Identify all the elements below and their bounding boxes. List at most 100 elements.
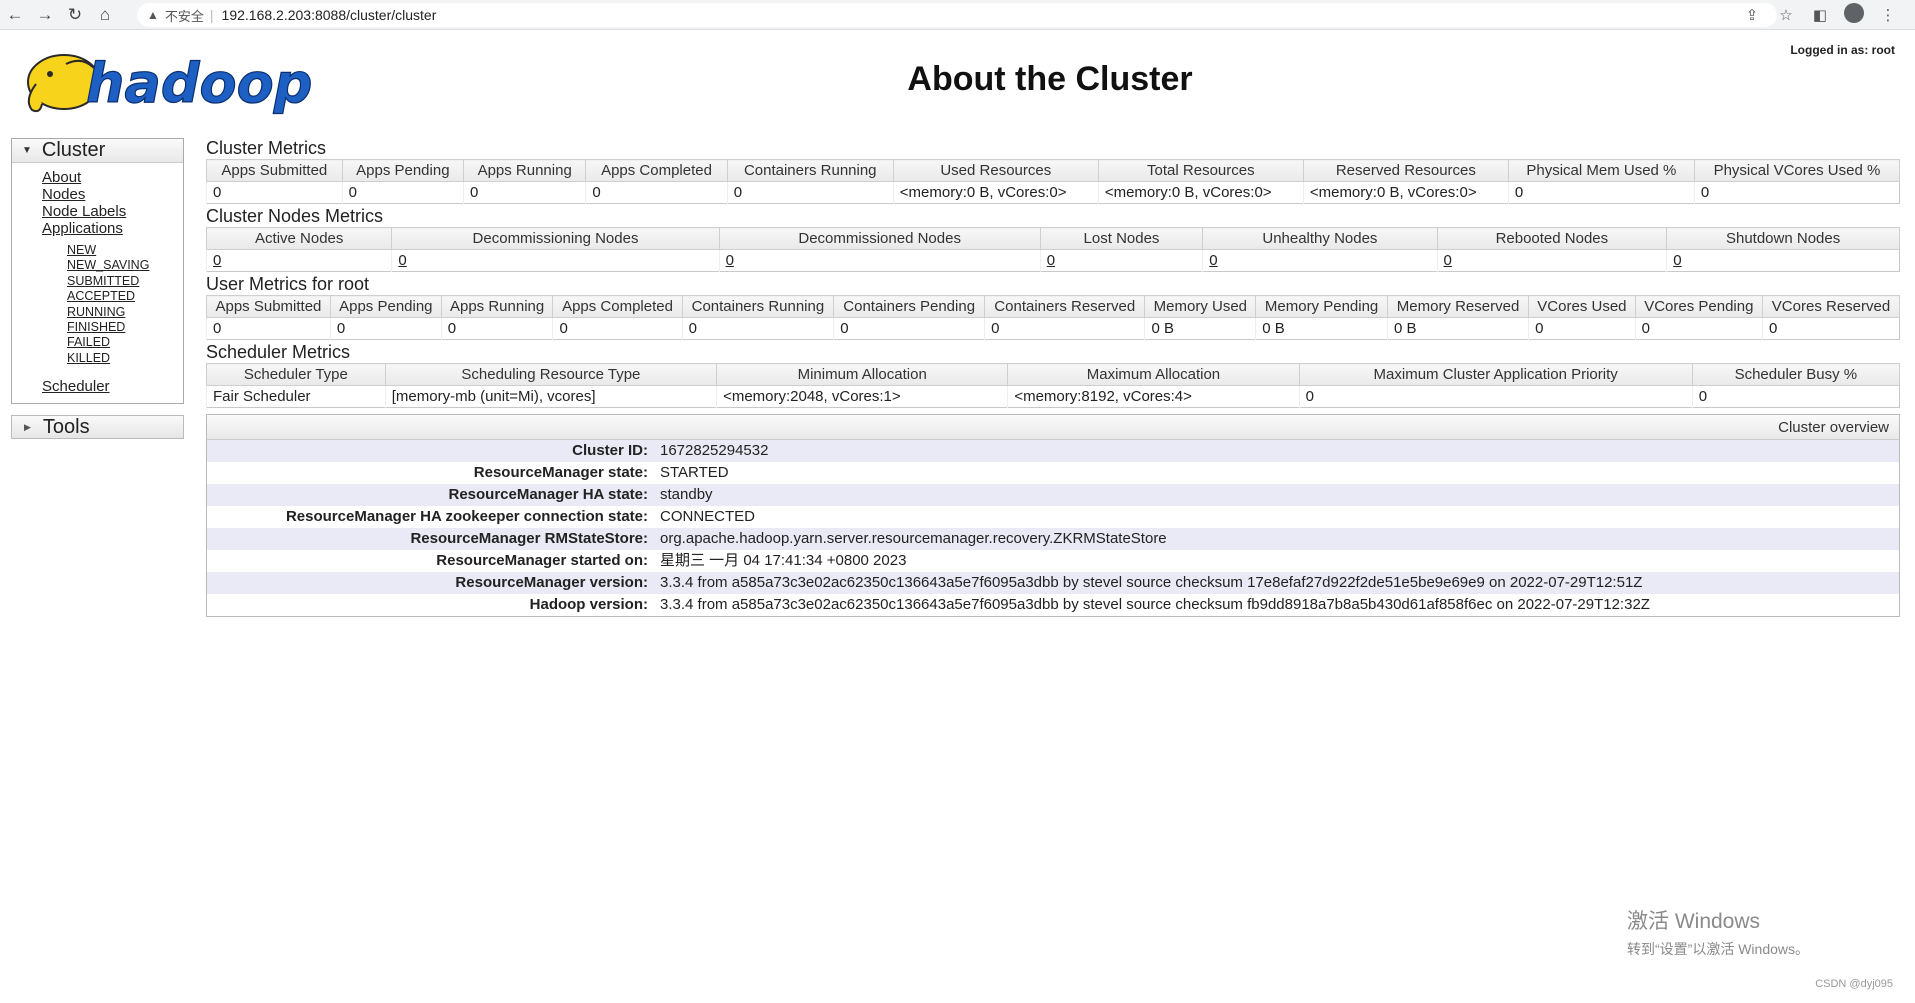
sidebar-link-about[interactable]: About — [42, 169, 183, 186]
table-cell: 0 — [718, 249, 1041, 272]
sidepanel-icon[interactable]: ◧ — [1803, 6, 1837, 24]
cluster-panel-header[interactable]: ▼ Cluster — [12, 139, 183, 163]
sidebar-link-app-new[interactable]: NEW — [67, 243, 183, 258]
column-header[interactable]: Shutdown Nodes — [1666, 227, 1900, 250]
table-cell: 0 — [1528, 317, 1636, 340]
column-header[interactable]: Total Resources — [1097, 159, 1304, 182]
overview-value: 3.3.4 from a585a73c3e02ac62350c136643a5e… — [660, 596, 1650, 613]
column-header[interactable]: Containers Reserved — [984, 295, 1146, 318]
table-row: 0 0 0 0 0 0 0 0 B 0 B 0 B 0 0 0 — [206, 317, 1900, 340]
table-header-row: Active Nodes Decommissioning Nodes Decom… — [205, 227, 1900, 250]
column-header[interactable]: VCores Reserved — [1762, 295, 1900, 318]
table-cell: 0 — [984, 317, 1145, 340]
column-header[interactable]: Containers Running — [726, 159, 894, 182]
profile-icon[interactable] — [1837, 3, 1871, 27]
sidebar-link-app-killed[interactable]: KILLED — [67, 351, 183, 366]
expand-triangle-icon: ▶ — [24, 421, 31, 432]
overview-value: STARTED — [660, 464, 729, 481]
table-cell: 0 — [1202, 249, 1438, 272]
sidebar-link-scheduler[interactable]: Scheduler — [42, 378, 183, 395]
sidebar-link-app-failed[interactable]: FAILED — [67, 335, 183, 350]
column-header[interactable]: Apps Pending — [341, 159, 465, 182]
star-icon[interactable]: ☆ — [1769, 6, 1803, 24]
table-cell: <memory:2048, vCores:1> — [716, 385, 1008, 408]
table-cell: 0 — [726, 181, 894, 204]
column-header[interactable]: Containers Pending — [833, 295, 986, 318]
tools-panel-header[interactable]: ▶ Tools — [11, 415, 184, 440]
scheduler-metrics-title: Scheduler Metrics — [206, 342, 351, 362]
column-header[interactable]: Physical VCores Used % — [1693, 159, 1901, 182]
forward-arrow-icon[interactable]: → — [30, 0, 60, 30]
table-header-row: Scheduler Type Scheduling Resource Type … — [206, 363, 1901, 386]
sidebar-link-app-accepted[interactable]: ACCEPTED — [67, 289, 183, 304]
sidebar-link-nodes[interactable]: Nodes — [42, 186, 183, 203]
overview-label: ResourceManager state: — [473, 464, 648, 481]
sidebar-link-app-submitted[interactable]: SUBMITTED — [67, 274, 183, 289]
column-header[interactable]: Used Resources — [892, 159, 1099, 182]
address-separator: | — [209, 7, 214, 23]
column-header[interactable]: Apps Pending — [329, 295, 442, 318]
column-header[interactable]: Scheduler Type — [206, 363, 386, 386]
column-header[interactable]: Minimum Allocation — [716, 363, 1009, 386]
column-header[interactable]: Memory Pending — [1255, 295, 1388, 318]
shutdown-nodes-link[interactable]: 0 — [1673, 252, 1681, 269]
column-header[interactable]: Memory Used — [1144, 295, 1257, 318]
watermark-line1: 激活 Windows — [1627, 910, 1761, 933]
nodes-metrics-table: Active Nodes Decommissioning Nodes Decom… — [205, 227, 1900, 272]
column-header[interactable]: Reserved Resources — [1302, 159, 1509, 182]
sidebar-link-app-new-saving[interactable]: NEW_SAVING — [67, 258, 183, 273]
column-header[interactable]: Physical Mem Used % — [1507, 159, 1695, 182]
overview-row: ResourceManager HA state: standby — [207, 484, 1899, 506]
column-header[interactable]: Scheduling Resource Type — [384, 363, 718, 386]
column-header[interactable]: Decommissioned Nodes — [718, 227, 1041, 250]
column-header[interactable]: Maximum Allocation — [1007, 363, 1300, 386]
sidebar-link-applications[interactable]: Applications — [42, 220, 183, 237]
column-header[interactable]: Memory Reserved — [1386, 295, 1530, 318]
rebooted-nodes-link[interactable]: 0 — [1444, 252, 1452, 269]
home-icon[interactable]: ⌂ — [90, 0, 120, 30]
decommissioned-nodes-link[interactable]: 0 — [726, 252, 734, 269]
column-header[interactable]: VCores Used — [1528, 295, 1636, 318]
share-icon[interactable]: ⇪ — [1735, 6, 1769, 24]
column-header[interactable]: Apps Running — [463, 159, 587, 182]
column-header[interactable]: Apps Submitted — [206, 159, 343, 182]
column-header[interactable]: Apps Completed — [552, 295, 683, 318]
column-header[interactable]: Apps Completed — [585, 159, 728, 182]
active-nodes-link[interactable]: 0 — [213, 252, 221, 269]
sidebar-link-app-finished[interactable]: FINISHED — [67, 320, 183, 335]
overview-value: 3.3.4 from a585a73c3e02ac62350c136643a5e… — [660, 574, 1643, 591]
overview-label: Cluster ID: — [572, 442, 648, 459]
column-header[interactable]: Apps Running — [440, 295, 554, 318]
browser-toolbar: ← → ↻ ⌂ ▲ 不安全 | 192.168.2.203:8088/clust… — [0, 0, 1915, 30]
column-header[interactable]: Maximum Cluster Application Priority — [1298, 363, 1693, 386]
back-arrow-icon[interactable]: ← — [0, 0, 30, 30]
table-cell: 0 — [1693, 181, 1900, 204]
sidebar-link-app-running[interactable]: RUNNING — [67, 305, 183, 320]
column-header[interactable]: Containers Running — [681, 295, 835, 318]
column-header[interactable]: Active Nodes — [205, 227, 393, 250]
logged-in-label: Logged in as: root — [1790, 43, 1895, 57]
column-header[interactable]: Scheduler Busy % — [1691, 363, 1901, 386]
decommissioning-nodes-link[interactable]: 0 — [398, 252, 406, 269]
menu-kebab-icon[interactable]: ⋮ — [1871, 6, 1905, 24]
column-header[interactable]: Apps Submitted — [206, 295, 331, 318]
table-cell: 0 — [1762, 317, 1900, 340]
cluster-overview-header: Cluster overview — [207, 415, 1899, 440]
column-header[interactable]: Unhealthy Nodes — [1202, 227, 1438, 250]
column-header[interactable]: Decommissioning Nodes — [391, 227, 720, 250]
column-header[interactable]: Rebooted Nodes — [1436, 227, 1668, 250]
reload-icon[interactable]: ↻ — [60, 0, 90, 30]
overview-row: Hadoop version: 3.3.4 from a585a73c3e02a… — [207, 594, 1899, 616]
table-cell: <memory:0 B, vCores:0> — [1097, 181, 1304, 204]
table-cell: 0 — [341, 181, 464, 204]
column-header[interactable]: VCores Pending — [1634, 295, 1764, 318]
lost-nodes-link[interactable]: 0 — [1047, 252, 1055, 269]
table-cell: 0 — [1634, 317, 1763, 340]
overview-label: ResourceManager HA state: — [448, 486, 648, 503]
address-bar[interactable]: ▲ 不安全 | 192.168.2.203:8088/cluster/clust… — [137, 3, 1777, 27]
url-text[interactable]: 192.168.2.203:8088/cluster/cluster — [222, 7, 437, 23]
unhealthy-nodes-link[interactable]: 0 — [1209, 252, 1217, 269]
overview-value: 星期三 一月 04 17:41:34 +0800 2023 — [660, 552, 907, 569]
column-header[interactable]: Lost Nodes — [1039, 227, 1204, 250]
sidebar-link-node-labels[interactable]: Node Labels — [42, 203, 183, 220]
